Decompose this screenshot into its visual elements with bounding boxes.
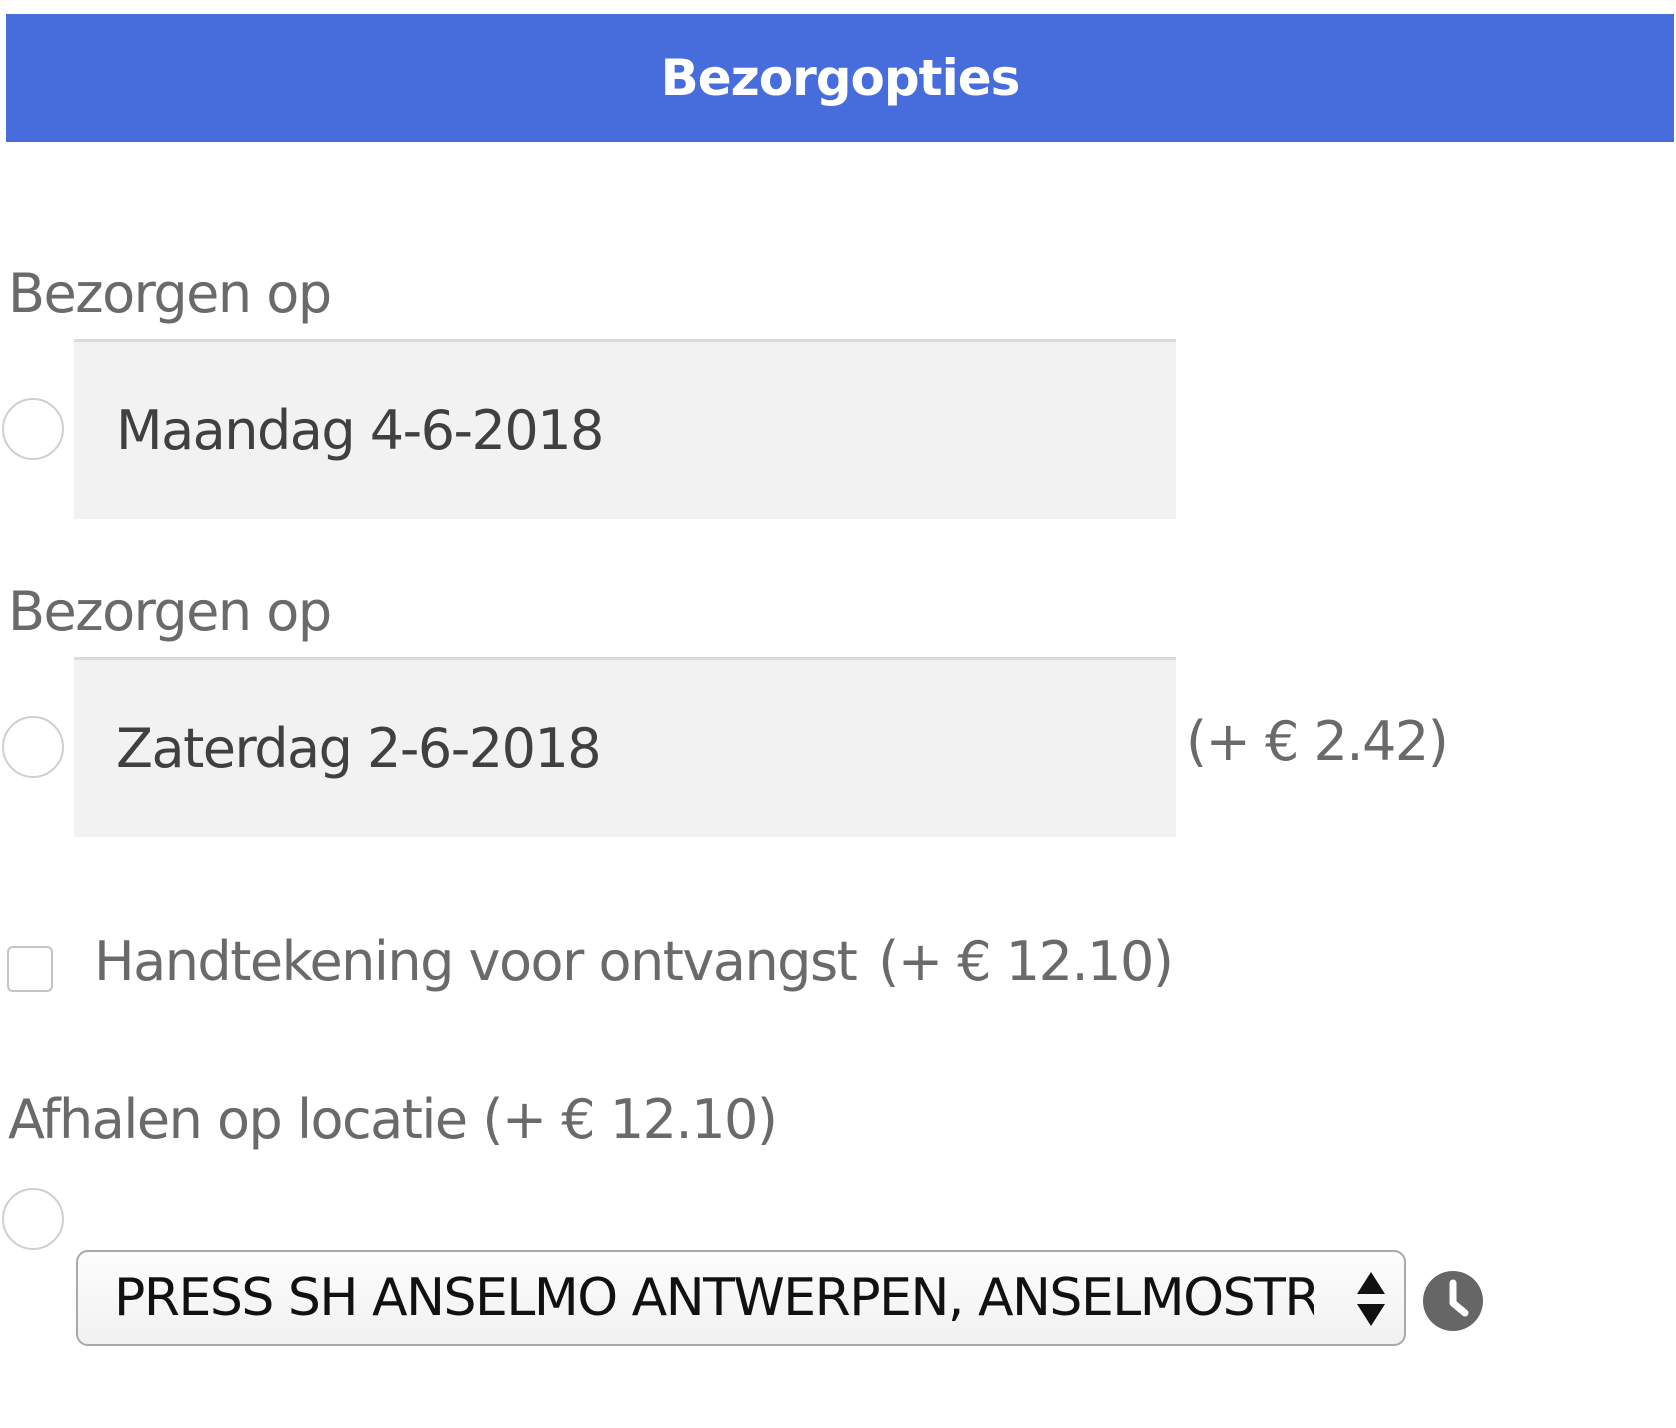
signature-checkbox[interactable] — [7, 946, 53, 992]
delivery-radio-2[interactable] — [2, 716, 64, 778]
clock-icon[interactable] — [1422, 1270, 1484, 1332]
signature-label: Handtekening voor ontvangst — [94, 930, 858, 993]
delivery-options-panel: Bezorgopties Bezorgen op Maandag 4-6-201… — [0, 0, 1676, 1428]
delivery-surcharge-2: (+ € 2.42) — [1186, 710, 1449, 773]
header-title: Bezorgopties — [660, 49, 1021, 107]
delivery-radio-1[interactable] — [2, 398, 64, 460]
delivery-date-box-2[interactable]: Zaterdag 2-6-2018 — [74, 657, 1176, 837]
pickup-location-value: PRESS SH ANSELMO ANTWERPEN, ANSELMOSTRAA… — [114, 1268, 1314, 1328]
delivery-date-box-1[interactable]: Maandag 4-6-2018 — [74, 339, 1176, 519]
delivery-date-2: Zaterdag 2-6-2018 — [116, 717, 602, 780]
pickup-radio[interactable] — [2, 1188, 64, 1250]
delivery-date-1: Maandag 4-6-2018 — [116, 399, 604, 462]
delivery-label-1: Bezorgen op — [8, 262, 332, 325]
pickup-label: Afhalen op locatie (+ € 12.10) — [8, 1088, 778, 1151]
up-down-arrows-icon — [1357, 1272, 1385, 1326]
signature-price: (+ € 12.10) — [878, 930, 1174, 993]
delivery-label-2: Bezorgen op — [8, 580, 332, 643]
header-bar: Bezorgopties — [6, 14, 1674, 142]
signature-label-row[interactable]: Handtekening voor ontvangst (+ € 12.10) — [94, 930, 1174, 993]
pickup-location-select[interactable]: PRESS SH ANSELMO ANTWERPEN, ANSELMOSTRAA… — [76, 1250, 1406, 1346]
